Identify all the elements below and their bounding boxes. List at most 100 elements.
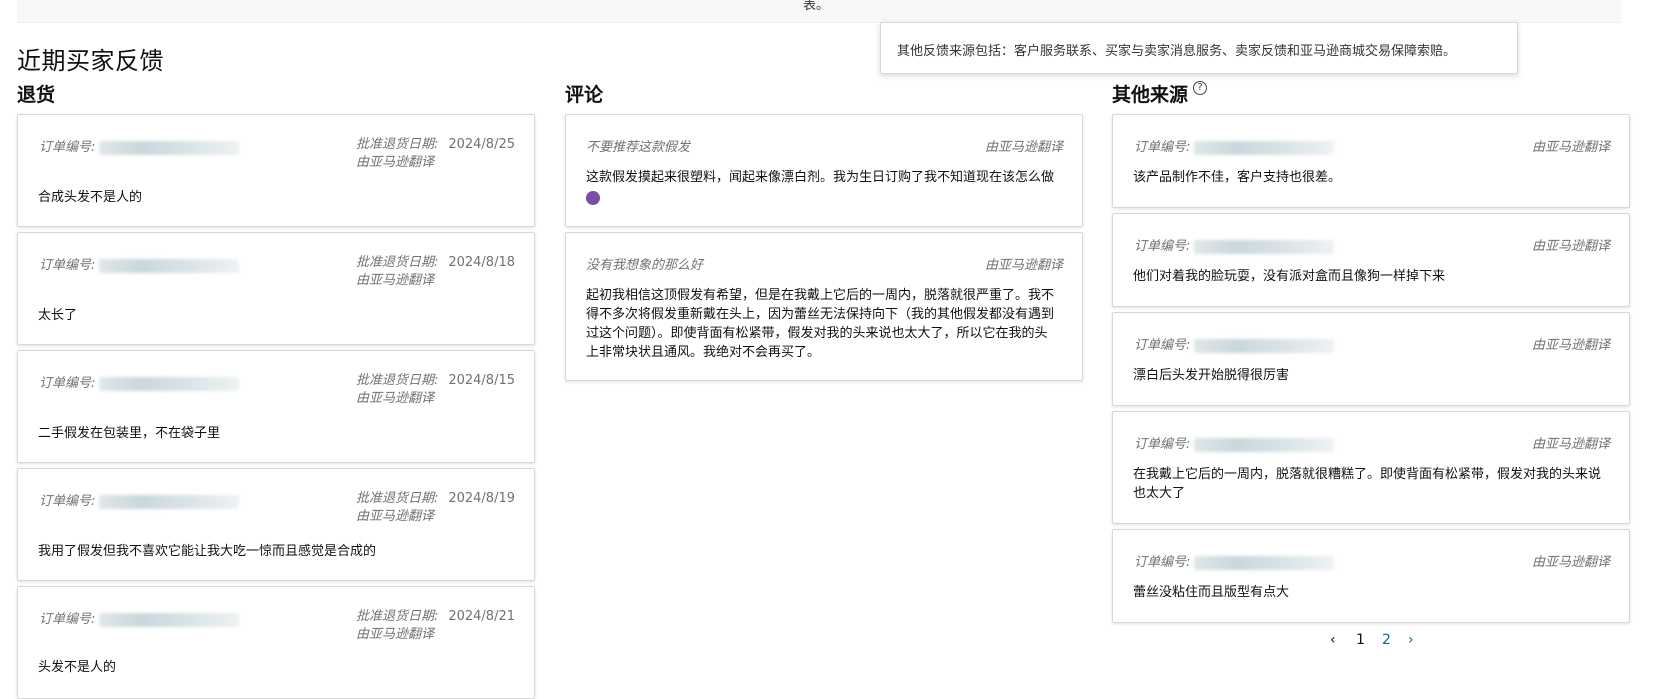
approved-date-label: 批准退货日期: xyxy=(355,373,439,388)
redacted-order-number xyxy=(1194,239,1335,254)
review-line: 得不多次将假发重新戴在头上，因为蕾丝无法保持向下（我的其他假发都没有遇到 xyxy=(586,307,1055,322)
translated-label: 由亚马逊翻译 xyxy=(1531,437,1610,452)
approved-date-label: 批准退货日期: xyxy=(355,609,439,624)
person-emoji-icon xyxy=(586,190,600,205)
order-number-label: 订单编号: xyxy=(1134,140,1191,155)
order-number: 订单编号: xyxy=(1134,235,1335,254)
translated-label: 由亚马逊翻译 xyxy=(1531,239,1610,254)
order-number-label: 订单编号: xyxy=(1134,338,1191,353)
top-strip-text: 表。 xyxy=(803,0,830,13)
review-line: 起初我相信这顶假发有希望，但是在我戴上它后的一周内，脱落就很严重了。我不 xyxy=(586,288,1055,303)
review-line: 过这个问题）。即使背面有松紧带，假发对我的头来说也太大了，所以它在我的头 xyxy=(586,326,1048,341)
page-1-link[interactable]: 1 xyxy=(1356,632,1365,648)
redacted-order-number xyxy=(1194,140,1335,155)
approved-date: 2024/8/18 xyxy=(448,255,515,270)
review-card: 没有我想象的那么好 由亚马逊翻译 起初我相信这顶假发有希望，但是在我戴上它后的一… xyxy=(565,232,1083,381)
redacted-order-number xyxy=(1194,338,1335,353)
feedback-text: 漂白后头发开始脱得很厉害 xyxy=(1133,368,1290,383)
feedback-line: 也太大了 xyxy=(1133,486,1186,501)
redacted-order-number xyxy=(1194,555,1335,570)
return-reason: 头发不是人的 xyxy=(38,660,117,675)
feedback-text: 蕾丝没粘住而且版型有点大 xyxy=(1133,585,1290,600)
approved-date: 2024/8/25 xyxy=(448,137,515,152)
chevron-left-icon[interactable]: ‹ xyxy=(1330,632,1336,648)
translated-label: 由亚马逊翻译 xyxy=(984,258,1063,273)
help-circle-icon[interactable]: ? xyxy=(1193,81,1207,95)
translated-label: 由亚马逊翻译 xyxy=(355,273,434,288)
top-info-strip: 表。 xyxy=(17,0,1621,23)
other-feedback-card: 订单编号: 由亚马逊翻译 蕾丝没粘住而且版型有点大 xyxy=(1112,529,1630,623)
order-number: 订单编号: xyxy=(39,136,240,155)
order-number-label: 订单编号: xyxy=(39,612,96,627)
redacted-order-number xyxy=(99,494,240,509)
approved-date-label: 批准退货日期: xyxy=(355,137,439,152)
approved-date: 2024/8/21 xyxy=(448,609,515,624)
page-2-link[interactable]: 2 xyxy=(1382,632,1391,648)
review-title: 不要推荐这款假发 xyxy=(586,140,691,155)
return-card: 订单编号: 批准退货日期: 2024/8/19 由亚马逊翻译 我用了假发但我不喜欢… xyxy=(17,468,535,581)
redacted-order-number xyxy=(99,140,240,155)
translated-label: 由亚马逊翻译 xyxy=(355,509,434,524)
other-sources-tooltip: 其他反馈来源包括：客户服务联系、买家与卖家消息服务、卖家反馈和亚马逊商城交易保障… xyxy=(880,22,1518,74)
order-number-label: 订单编号: xyxy=(1134,555,1191,570)
other-feedback-card: 订单编号: 由亚马逊翻译 漂白后头发开始脱得很厉害 xyxy=(1112,312,1630,406)
translated-label: 由亚马逊翻译 xyxy=(984,140,1063,155)
reviews-column-title: 评论 xyxy=(565,84,604,106)
chevron-right-icon[interactable]: › xyxy=(1408,632,1414,648)
review-line: 上非常块状且通风。我绝对不会再买了。 xyxy=(586,345,821,360)
order-number-label: 订单编号: xyxy=(39,376,96,391)
order-number: 订单编号: xyxy=(1134,551,1335,570)
translated-label: 由亚马逊翻译 xyxy=(1531,338,1610,353)
order-number-label: 订单编号: xyxy=(39,494,96,509)
review-body: 起初我相信这顶假发有希望，但是在我戴上它后的一周内，脱落就很严重了。我不 得不多… xyxy=(586,286,1054,362)
order-number-label: 订单编号: xyxy=(1134,437,1191,452)
order-number: 订单编号: xyxy=(1134,136,1335,155)
tooltip-text: 其他反馈来源包括：客户服务联系、买家与卖家消息服务、卖家反馈和亚马逊商城交易保障… xyxy=(897,44,1457,59)
return-meta: 批准退货日期: 2024/8/21 由亚马逊翻译 xyxy=(356,608,515,644)
return-card: 订单编号: 批准退货日期: 2024/8/18 由亚马逊翻译 太长了 xyxy=(17,232,535,345)
other-feedback-card: 订单编号: 由亚马逊翻译 该产品制作不佳，客户支持也很差。 xyxy=(1112,114,1630,208)
return-reason: 合成头发不是人的 xyxy=(38,190,143,205)
return-meta: 批准退货日期: 2024/8/18 由亚马逊翻译 xyxy=(356,254,515,290)
return-meta: 批准退货日期: 2024/8/25 由亚马逊翻译 xyxy=(356,136,515,172)
approved-date: 2024/8/15 xyxy=(448,373,515,388)
order-number: 订单编号: xyxy=(39,608,240,627)
section-title: 近期买家反馈 xyxy=(17,47,164,75)
redacted-order-number xyxy=(1194,437,1335,452)
redacted-order-number xyxy=(99,258,240,273)
approved-date-label: 批准退货日期: xyxy=(355,255,439,270)
return-meta: 批准退货日期: 2024/8/15 由亚马逊翻译 xyxy=(356,372,515,408)
order-number: 订单编号: xyxy=(39,490,240,509)
order-number: 订单编号: xyxy=(39,254,240,273)
order-number: 订单编号: xyxy=(1134,433,1335,452)
translated-label: 由亚马逊翻译 xyxy=(355,155,434,170)
order-number-label: 订单编号: xyxy=(39,140,96,155)
review-line: 这款假发摸起来很塑料，闻起来像漂白剂。我为生日订购了我不知道现在该怎么做 xyxy=(586,170,1055,185)
translated-label: 由亚马逊翻译 xyxy=(1531,140,1610,155)
approved-date-label: 批准退货日期: xyxy=(355,491,439,506)
translated-label: 由亚马逊翻译 xyxy=(1531,555,1610,570)
order-number-label: 订单编号: xyxy=(1134,239,1191,254)
feedback-text: 在我戴上它后的一周内，脱落就很糟糕了。即使背面有松紧带，假发对我的头来说 也太大… xyxy=(1133,465,1601,503)
return-meta: 批准退货日期: 2024/8/19 由亚马逊翻译 xyxy=(356,490,515,526)
other-feedback-card: 订单编号: 由亚马逊翻译 在我戴上它后的一周内，脱落就很糟糕了。即使背面有松紧带… xyxy=(1112,411,1630,524)
redacted-order-number xyxy=(99,612,240,627)
return-card: 订单编号: 批准退货日期: 2024/8/15 由亚马逊翻译 二手假发在包装里，不… xyxy=(17,350,535,463)
review-body: 这款假发摸起来很塑料，闻起来像漂白剂。我为生日订购了我不知道现在该怎么做 xyxy=(586,168,1054,206)
feedback-text: 他们对着我的脸玩耍，没有派对盒而且像狗一样掉下来 xyxy=(1133,269,1446,284)
returns-column-title: 退货 xyxy=(17,84,56,106)
feedback-line: 在我戴上它后的一周内，脱落就很糟糕了。即使背面有松紧带，假发对我的头来说 xyxy=(1133,467,1602,482)
order-number: 订单编号: xyxy=(39,372,240,391)
other-sources-column-title: 其他来源 xyxy=(1112,84,1189,106)
review-card: 不要推荐这款假发 由亚马逊翻译 这款假发摸起来很塑料，闻起来像漂白剂。我为生日订… xyxy=(565,114,1083,227)
return-card: 订单编号: 批准退货日期: 2024/8/25 由亚马逊翻译 合成头发不是人的 xyxy=(17,114,535,227)
translated-label: 由亚马逊翻译 xyxy=(355,627,434,642)
return-reason: 太长了 xyxy=(38,308,78,323)
other-feedback-card: 订单编号: 由亚马逊翻译 他们对着我的脸玩耍，没有派对盒而且像狗一样掉下来 xyxy=(1112,213,1630,307)
approved-date: 2024/8/19 xyxy=(448,491,515,506)
order-number-label: 订单编号: xyxy=(39,258,96,273)
return-card: 订单编号: 批准退货日期: 2024/8/21 由亚马逊翻译 头发不是人的 xyxy=(17,586,535,699)
redacted-order-number xyxy=(99,376,240,391)
return-reason: 我用了假发但我不喜欢它能让我大吃一惊而且感觉是合成的 xyxy=(38,544,377,559)
translated-label: 由亚马逊翻译 xyxy=(355,391,434,406)
